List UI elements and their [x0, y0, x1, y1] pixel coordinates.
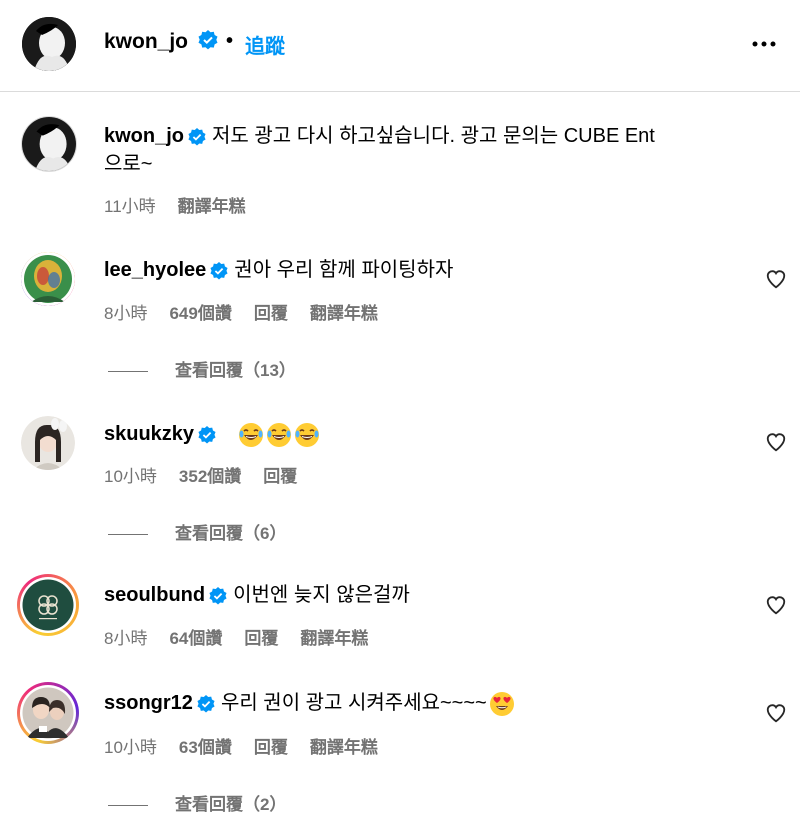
verified-badge-icon	[210, 261, 228, 280]
comment-time[interactable]: 8小時	[104, 304, 147, 323]
likes-count[interactable]: 63個讚	[179, 738, 232, 757]
comment-meta: 10小時 63個讚 回覆 翻譯年糕	[104, 733, 400, 758]
likes-count[interactable]: 64個讚	[169, 629, 222, 648]
caption-time[interactable]: 11小時	[104, 197, 156, 216]
laughing-tears-emoji	[266, 422, 291, 447]
comment-time[interactable]: 10小時	[104, 738, 157, 757]
view-replies-button[interactable]: 查看回覆（2）	[108, 790, 286, 815]
caption-avatar[interactable]	[21, 116, 77, 172]
like-heart-icon[interactable]	[765, 431, 787, 453]
comment-line: ssongr12 우리 권이 광고 시켜주세요~~~~	[104, 687, 515, 719]
comment-username[interactable]: seoulbund	[104, 584, 205, 606]
comment-text: 이번엔 늦지 않은걸까	[233, 584, 410, 606]
comment-meta: 8小時 649個讚 回覆 翻譯年糕	[104, 299, 400, 324]
translate-button[interactable]: 翻譯年糕	[178, 197, 246, 216]
reply-button[interactable]: 回覆	[254, 304, 288, 323]
like-heart-icon[interactable]	[765, 702, 787, 724]
heart-eyes-emoji	[489, 691, 514, 716]
commenter-avatar[interactable]	[17, 682, 79, 744]
like-heart-icon[interactable]	[765, 594, 787, 616]
comment-line: skuukzky	[104, 418, 320, 450]
commenter-avatar[interactable]	[21, 252, 75, 306]
verified-badge-icon	[198, 425, 216, 444]
follow-button[interactable]: 追蹤	[245, 30, 285, 59]
comment-time[interactable]: 10小時	[104, 467, 157, 486]
reply-button[interactable]: 回覆	[244, 629, 278, 648]
commenter-avatar[interactable]	[17, 574, 79, 636]
comment-line: seoulbund 이번엔 늦지 않은걸까	[104, 579, 410, 611]
comment-username[interactable]: skuukzky	[104, 423, 194, 445]
view-replies-button[interactable]: 查看回覆（13）	[108, 356, 296, 381]
post-header: kwon_jo • 追蹤	[0, 0, 800, 92]
comment-text: 우리 권이 광고 시켜주세요~~~~	[220, 692, 487, 714]
more-options-icon[interactable]	[750, 30, 778, 58]
translate-button[interactable]: 翻譯年糕	[310, 738, 378, 757]
header-separator: •	[226, 30, 234, 52]
caption-username[interactable]: kwon_jo	[104, 125, 184, 147]
view-replies-label: 查看回覆（2）	[175, 795, 287, 814]
comment-meta: 8小時 64個讚 回覆 翻譯年糕	[104, 624, 390, 649]
view-replies-label: 查看回覆（13）	[175, 361, 296, 380]
header-username[interactable]: kwon_jo	[104, 30, 218, 54]
header-avatar[interactable]	[22, 17, 76, 71]
translate-button[interactable]: 翻譯年糕	[310, 304, 378, 323]
replies-divider	[108, 371, 148, 373]
comment-meta: 10小時 352個讚 回覆	[104, 462, 319, 487]
view-replies-label: 查看回覆（6）	[175, 524, 287, 543]
reply-button[interactable]: 回覆	[263, 467, 297, 486]
commenter-avatar[interactable]	[21, 416, 75, 470]
likes-count[interactable]: 649個讚	[169, 304, 231, 323]
comment-line: lee_hyolee 권아 우리 함께 파이팅하자	[104, 254, 453, 286]
likes-count[interactable]: 352個讚	[179, 467, 241, 486]
replies-divider	[108, 805, 148, 807]
caption-line-2: 으로~	[104, 153, 153, 175]
laughing-tears-emoji	[294, 422, 319, 447]
comment-text: 권아 우리 함께 파이팅하자	[234, 259, 454, 281]
verified-badge-icon	[188, 127, 206, 146]
verified-badge-icon	[197, 694, 215, 713]
caption-line-1: kwon_jo 저도 광고 다시 하고싶습니다. 광고 문의는 CUBE Ent	[104, 120, 655, 152]
replies-divider	[108, 534, 148, 536]
comment-time[interactable]: 8小時	[104, 629, 147, 648]
comment-username[interactable]: lee_hyolee	[104, 259, 206, 281]
comment-username[interactable]: ssongr12	[104, 692, 193, 714]
caption-meta: 11小時 翻譯年糕	[104, 192, 268, 217]
reply-button[interactable]: 回覆	[254, 738, 288, 757]
translate-button[interactable]: 翻譯年糕	[300, 629, 368, 648]
laughing-tears-emoji	[238, 422, 263, 447]
verified-badge-icon	[209, 586, 227, 605]
verified-badge-icon	[198, 30, 218, 50]
caption-text: 저도 광고 다시 하고싶습니다. 광고 문의는 CUBE Ent	[212, 125, 655, 147]
like-heart-icon[interactable]	[765, 268, 787, 290]
view-replies-button[interactable]: 查看回覆（6）	[108, 519, 286, 544]
